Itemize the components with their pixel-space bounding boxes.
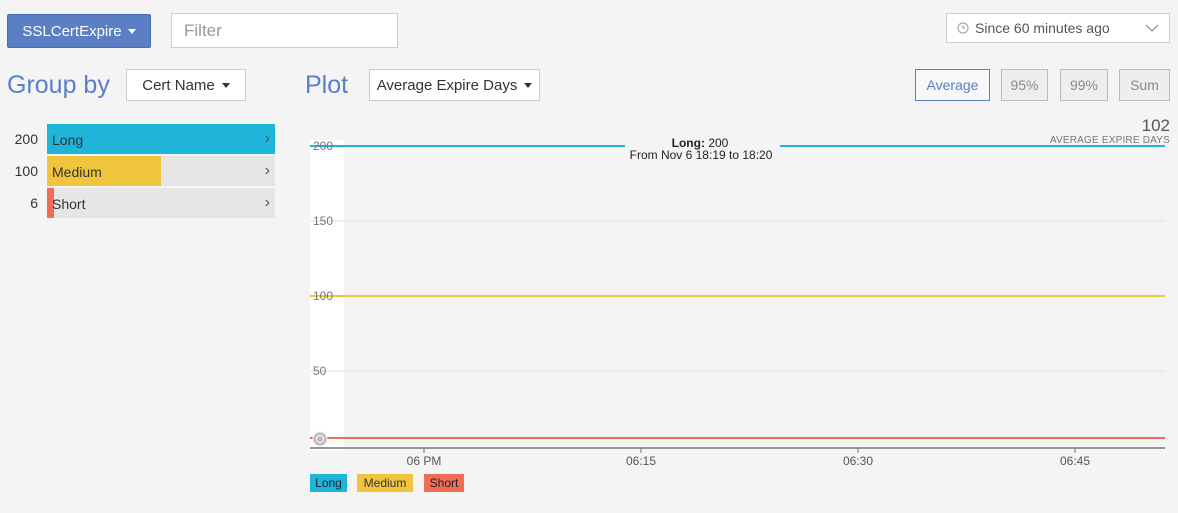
legend-item-medium[interactable]: Medium bbox=[357, 474, 413, 492]
x-tick-label: 06:45 bbox=[1060, 454, 1090, 468]
tooltip-range: From Nov 6 18:19 to 18:20 bbox=[630, 148, 773, 162]
y-tick-label: 150 bbox=[313, 214, 333, 228]
x-tick-label: 06:30 bbox=[843, 454, 873, 468]
y-tick-label: 200 bbox=[313, 139, 333, 153]
legend-item-short[interactable]: Short bbox=[424, 474, 464, 492]
summary-label: AVERAGE EXPIRE DAYS bbox=[1049, 135, 1170, 146]
line-chart: 06 PM 06:15 06:30 06:45 50100150200 Long: 2… bbox=[310, 136, 1165, 468]
y-tick-label: 100 bbox=[313, 289, 333, 303]
legend-item-long[interactable]: Long bbox=[310, 474, 347, 492]
chart-origin-marker bbox=[312, 431, 328, 447]
x-tick-label: 06 PM bbox=[407, 454, 442, 468]
y-tick-label: 50 bbox=[313, 364, 327, 378]
summary-value: 102 bbox=[1141, 116, 1170, 135]
x-tick-label: 06:15 bbox=[626, 454, 656, 468]
